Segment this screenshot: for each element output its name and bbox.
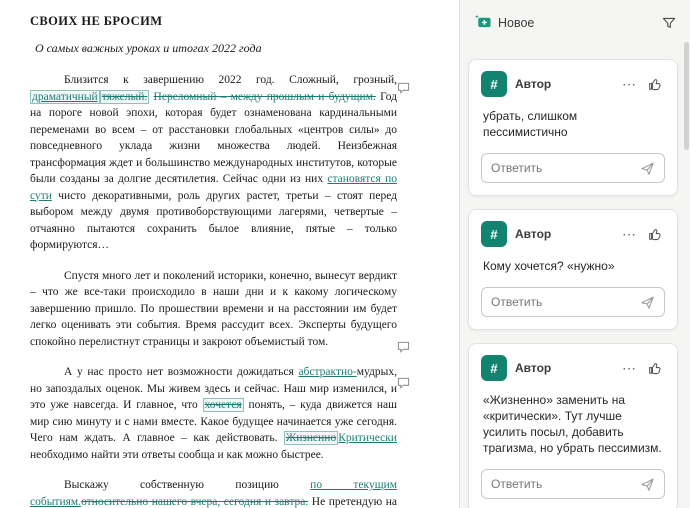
text-run: Год на пороге новой эпохи, которая будет…: [30, 91, 397, 186]
send-icon[interactable]: [638, 293, 657, 312]
text-run: Спустя много лет и поколений историки, к…: [30, 270, 397, 348]
text-run: чисто декоративными, роль других растет,…: [30, 190, 397, 252]
reply-box: [481, 469, 665, 499]
inserted-text: драматичный: [30, 90, 100, 104]
reply-input[interactable]: [491, 161, 638, 175]
document-title: СВОИХ НЕ БРОСИМ: [30, 14, 397, 29]
scrollbar-thumb[interactable]: [684, 42, 689, 150]
comment-card-header: # Автор ⋯: [481, 355, 665, 381]
send-icon[interactable]: [638, 159, 657, 178]
thumbs-up-icon[interactable]: [646, 225, 665, 244]
paragraph: А у нас просто нет возможности дожидатьс…: [30, 364, 397, 463]
new-comment-button[interactable]: Новое: [474, 14, 534, 33]
deleted-text: относительно нашего вчера, сегодня и зав…: [81, 496, 308, 508]
more-options-icon[interactable]: ⋯: [620, 225, 638, 243]
comment-text: убрать, слишком пессимистично: [483, 108, 665, 140]
deleted-text: тяжелый.: [100, 90, 150, 104]
document-pane[interactable]: СВОИХ НЕ БРОСИМ О самых важных уроках и …: [0, 0, 459, 508]
comment-text: «Жизненно» заменить на «критически». Тут…: [483, 392, 665, 456]
inserted-text: абстрактно-: [298, 366, 356, 378]
comment-avatar: #: [481, 355, 507, 381]
app-window: СВОИХ НЕ БРОСИМ О самых важных уроках и …: [0, 0, 690, 508]
comment-author: Автор: [515, 227, 551, 241]
reply-input[interactable]: [491, 295, 638, 309]
comment-marker-icon[interactable]: [397, 81, 410, 99]
new-comment-label: Новое: [498, 16, 534, 30]
text-run: А у нас просто нет возможности дожидатьс…: [64, 366, 298, 378]
new-comment-icon: [474, 14, 492, 33]
comment-author: Автор: [515, 77, 551, 91]
comment-marker-icon[interactable]: [397, 340, 410, 358]
comment-card[interactable]: # Автор ⋯ Кому хочется? «нужно»: [468, 209, 678, 330]
reply-input[interactable]: [491, 477, 638, 491]
more-options-icon[interactable]: ⋯: [620, 359, 638, 377]
inserted-text: Критически: [338, 432, 397, 444]
comments-header: Новое: [468, 9, 678, 37]
comment-text: Кому хочется? «нужно»: [483, 258, 665, 274]
comment-card-header: # Автор ⋯: [481, 221, 665, 247]
comment-marker-icon[interactable]: [397, 376, 410, 394]
deleted-text: Жизненно: [284, 431, 338, 445]
comments-list: # Автор ⋯ убрать, слишком пессимистично …: [468, 59, 678, 508]
filter-icon[interactable]: [662, 17, 676, 30]
text-run: необходимо найти эти ответы сообща и как…: [30, 449, 324, 461]
paragraph: Спустя много лет и поколений историки, к…: [30, 268, 397, 351]
thumbs-up-icon[interactable]: [646, 359, 665, 378]
deleted-text: Переломный – между прошлым и будущим.: [154, 91, 376, 103]
thumbs-up-icon[interactable]: [646, 75, 665, 94]
text-run: Выскажу собственную позицию: [64, 479, 310, 491]
scrollbar[interactable]: [684, 0, 689, 506]
paragraph: Близится к завершению 2022 год. Сложный,…: [30, 72, 397, 254]
comment-author: Автор: [515, 361, 551, 375]
document-subtitle: О самых важных уроках и итогах 2022 года: [35, 41, 397, 56]
comment-avatar: #: [481, 71, 507, 97]
comment-card[interactable]: # Автор ⋯ «Жизненно» заменить на «критич…: [468, 343, 678, 508]
text-run: Близится к завершению 2022 год. Сложный,…: [64, 74, 397, 86]
comments-pane: Новое # Автор ⋯ убрать, слишком пессимис…: [459, 0, 690, 508]
more-options-icon[interactable]: ⋯: [620, 75, 638, 93]
reply-box: [481, 287, 665, 317]
document-body: Близится к завершению 2022 год. Сложный,…: [30, 72, 397, 508]
deleted-text: хочется: [203, 398, 244, 412]
paragraph: Выскажу собственную позицию по текущим с…: [30, 477, 397, 508]
comment-avatar: #: [481, 221, 507, 247]
comment-card-header: # Автор ⋯: [481, 71, 665, 97]
comment-card[interactable]: # Автор ⋯ убрать, слишком пессимистично: [468, 59, 678, 196]
reply-box: [481, 153, 665, 183]
send-icon[interactable]: [638, 475, 657, 494]
